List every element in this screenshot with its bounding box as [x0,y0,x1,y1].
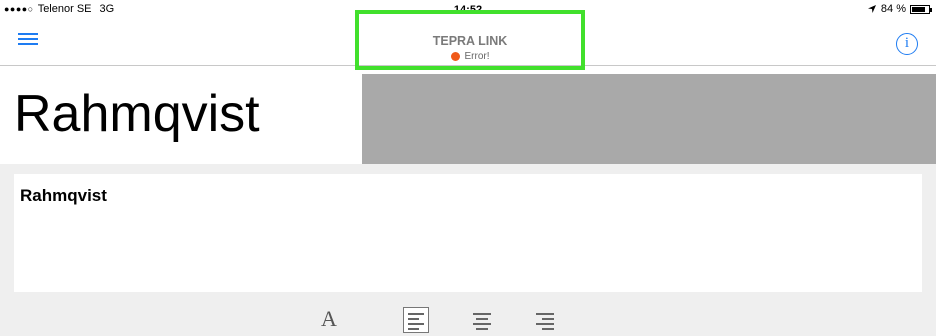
location-arrow-icon [867,5,876,13]
device-name: TEPRA LINK [432,34,508,48]
battery-icon [910,4,932,14]
device-status-panel[interactable]: TEPRA LINK Error! [355,10,585,70]
align-line [476,318,488,320]
align-left-icon[interactable] [403,307,429,333]
label-text-value: Rahmqvist [20,186,107,205]
label-preview: Rahmqvist [0,74,936,164]
menu-line [18,38,38,40]
align-line [473,323,491,325]
menu-line [18,43,38,45]
battery-percentage: 84 % [880,3,906,15]
menu-line [18,33,38,35]
label-text-input[interactable]: Rahmqvist [14,174,922,292]
device-status: Error! [359,51,581,62]
font-icon[interactable]: A [318,305,340,333]
info-icon[interactable]: i [896,33,918,55]
align-line [408,323,424,325]
label-preview-margin [362,74,936,164]
align-line [542,328,554,330]
editor-panel: Rahmqvist A [0,164,936,336]
align-line [542,318,554,320]
label-preview-text: Rahmqvist [14,85,260,143]
status-right: 84 % [867,3,932,15]
align-center-icon[interactable] [470,307,496,333]
align-line [476,328,488,330]
align-line [536,323,554,325]
device-status-text: Error! [464,51,490,62]
align-line [408,318,419,320]
hamburger-menu-icon[interactable] [18,26,44,48]
battery-tip [930,7,932,12]
align-line [408,328,419,330]
align-line [473,313,491,315]
battery-fill [912,6,925,12]
align-line [408,313,424,315]
align-right-icon[interactable] [533,307,559,333]
error-status-dot [450,52,460,61]
align-line [536,313,554,315]
